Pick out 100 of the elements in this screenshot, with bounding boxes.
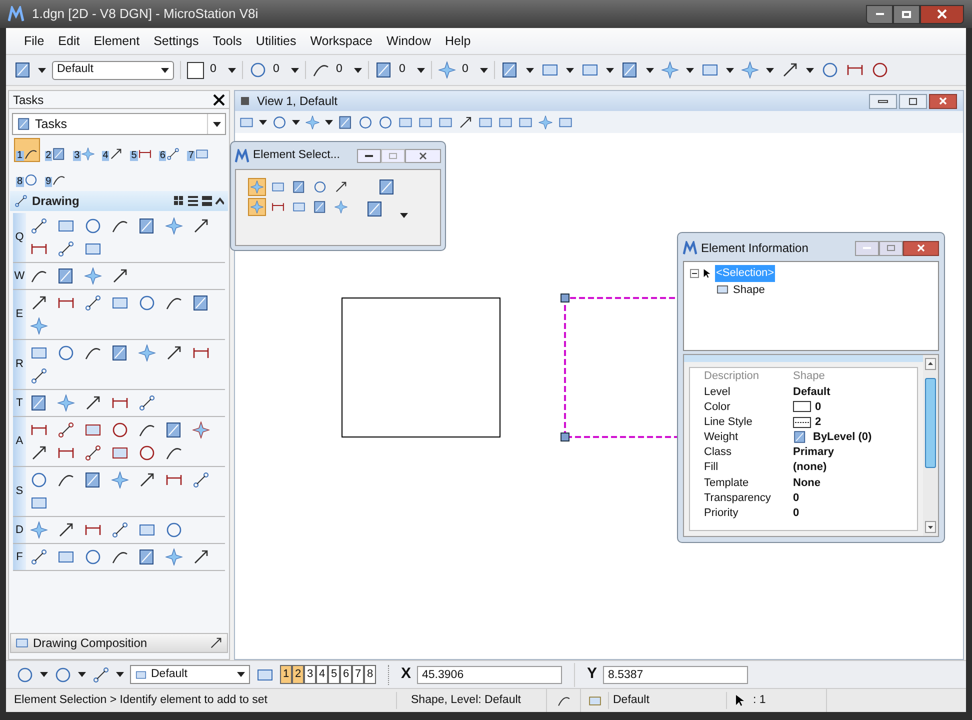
menu-item[interactable]: Edit: [58, 32, 80, 50]
caret-icon[interactable]: [292, 120, 300, 124]
caret-icon[interactable]: [686, 68, 694, 72]
minimize-button[interactable]: [866, 4, 893, 24]
tool-icon[interactable]: [192, 471, 210, 489]
tool-icon[interactable]: [138, 548, 156, 566]
tool-icon[interactable]: [30, 548, 48, 566]
tree-toggle-icon[interactable]: [690, 268, 699, 278]
task-tool-button[interactable]: 2: [42, 138, 68, 162]
view-number-button[interactable]: 7: [352, 665, 364, 684]
tool-icon[interactable]: [17, 117, 31, 131]
caret-icon[interactable]: [566, 68, 574, 72]
caret-icon[interactable]: [646, 68, 654, 72]
collapsed-section-header[interactable]: Drawing Composition: [10, 633, 228, 653]
x-coordinate-field[interactable]: 45.3906: [417, 666, 562, 684]
caret-icon[interactable]: [806, 68, 814, 72]
tool-icon[interactable]: [56, 421, 75, 439]
menu-item[interactable]: Help: [444, 32, 471, 50]
tool-icon[interactable]: [501, 61, 519, 79]
level-dropdown[interactable]: Default: [130, 665, 250, 684]
menu-item[interactable]: Utilities: [256, 32, 296, 50]
caret-icon[interactable]: [161, 68, 169, 72]
tool-icon[interactable]: [716, 283, 729, 296]
tool-icon[interactable]: [24, 147, 38, 161]
caret-icon[interactable]: [291, 68, 299, 72]
tool-icon[interactable]: [30, 217, 48, 235]
task-tool-button[interactable]: 4: [100, 138, 126, 162]
attribute-value[interactable]: 0: [399, 61, 411, 79]
view-number-button[interactable]: 6: [340, 665, 352, 684]
tool-icon[interactable]: [621, 61, 639, 79]
menu-item[interactable]: Window: [386, 32, 431, 50]
tool-icon[interactable]: [793, 430, 807, 444]
task-tool-button[interactable]: 9: [42, 164, 68, 188]
caret-icon[interactable]: [526, 68, 534, 72]
view-number-button[interactable]: 4: [316, 665, 328, 684]
tool-icon[interactable]: [209, 636, 223, 650]
tool-icon[interactable]: [52, 173, 66, 187]
caret-icon[interactable]: [354, 68, 362, 72]
tool-icon[interactable]: [110, 344, 129, 362]
close-button[interactable]: [405, 149, 441, 163]
tool-icon[interactable]: [84, 294, 102, 312]
task-tool-button[interactable]: 1: [14, 138, 40, 162]
maximize-button[interactable]: [893, 4, 920, 24]
tool-icon[interactable]: [109, 147, 124, 161]
tool-icon[interactable]: [366, 200, 384, 218]
task-tool-button[interactable]: 8: [14, 164, 40, 188]
task-tool-button[interactable]: 7: [185, 138, 211, 162]
tool-icon[interactable]: [378, 178, 396, 196]
minimize-button[interactable]: [357, 149, 381, 163]
scroll-thumb[interactable]: [925, 378, 936, 468]
tool-icon[interactable]: [52, 147, 66, 161]
caret-icon[interactable]: [212, 122, 220, 126]
tool-icon[interactable]: [164, 421, 183, 439]
caret-icon[interactable]: [766, 68, 774, 72]
caret-icon[interactable]: [228, 68, 236, 72]
minimize-button[interactable]: [869, 94, 897, 108]
caret-icon[interactable]: [325, 120, 333, 124]
close-button[interactable]: [920, 4, 964, 24]
caret-icon[interactable]: [606, 68, 614, 72]
menu-item[interactable]: Element: [94, 32, 140, 50]
caret-icon[interactable]: [259, 120, 267, 124]
tool-icon[interactable]: [138, 394, 156, 412]
tool-icon[interactable]: [30, 394, 48, 412]
tool-icon[interactable]: [166, 147, 180, 161]
level-dropdown[interactable]: Default: [52, 60, 174, 80]
view-number-button[interactable]: 3: [304, 665, 316, 684]
tool-icon[interactable]: [338, 114, 353, 130]
tool-icon[interactable]: [30, 367, 48, 385]
caret-icon[interactable]: [417, 68, 425, 72]
tool-icon[interactable]: [56, 267, 75, 285]
menu-item[interactable]: File: [24, 32, 44, 50]
tool-icon[interactable]: [192, 294, 210, 312]
view-mode-icon[interactable]: [174, 195, 224, 207]
square-shape[interactable]: [342, 298, 500, 438]
color-swatch-icon[interactable]: [187, 62, 204, 78]
task-tool-button[interactable]: 6: [156, 138, 182, 162]
view-number-button[interactable]: 2: [292, 665, 304, 684]
y-coordinate-field[interactable]: 8.5387: [603, 666, 748, 684]
tool-icon[interactable]: [84, 471, 102, 489]
tool-icon[interactable]: [871, 61, 889, 79]
restore-button[interactable]: [899, 94, 927, 108]
caret-icon[interactable]: [38, 68, 46, 72]
caret-icon[interactable]: [237, 672, 245, 677]
caret-icon[interactable]: [40, 672, 48, 677]
scrollbar[interactable]: [923, 355, 938, 536]
scroll-down-icon[interactable]: [925, 521, 936, 533]
menu-item[interactable]: Settings: [154, 32, 199, 50]
caret-icon[interactable]: [400, 213, 408, 218]
tool-icon[interactable]: [84, 444, 102, 462]
tool-icon[interactable]: [138, 147, 152, 161]
tool-icon[interactable]: [375, 61, 393, 79]
tool-icon[interactable]: [781, 61, 799, 79]
tool-icon[interactable]: [135, 668, 147, 680]
close-button[interactable]: [929, 94, 957, 108]
scroll-up-icon[interactable]: [925, 358, 936, 370]
caret-icon[interactable]: [726, 68, 734, 72]
tool-icon[interactable]: [92, 666, 110, 684]
section-header[interactable]: Drawing: [10, 191, 228, 211]
tool-icon[interactable]: [14, 61, 32, 79]
tool-icon[interactable]: [458, 114, 473, 130]
